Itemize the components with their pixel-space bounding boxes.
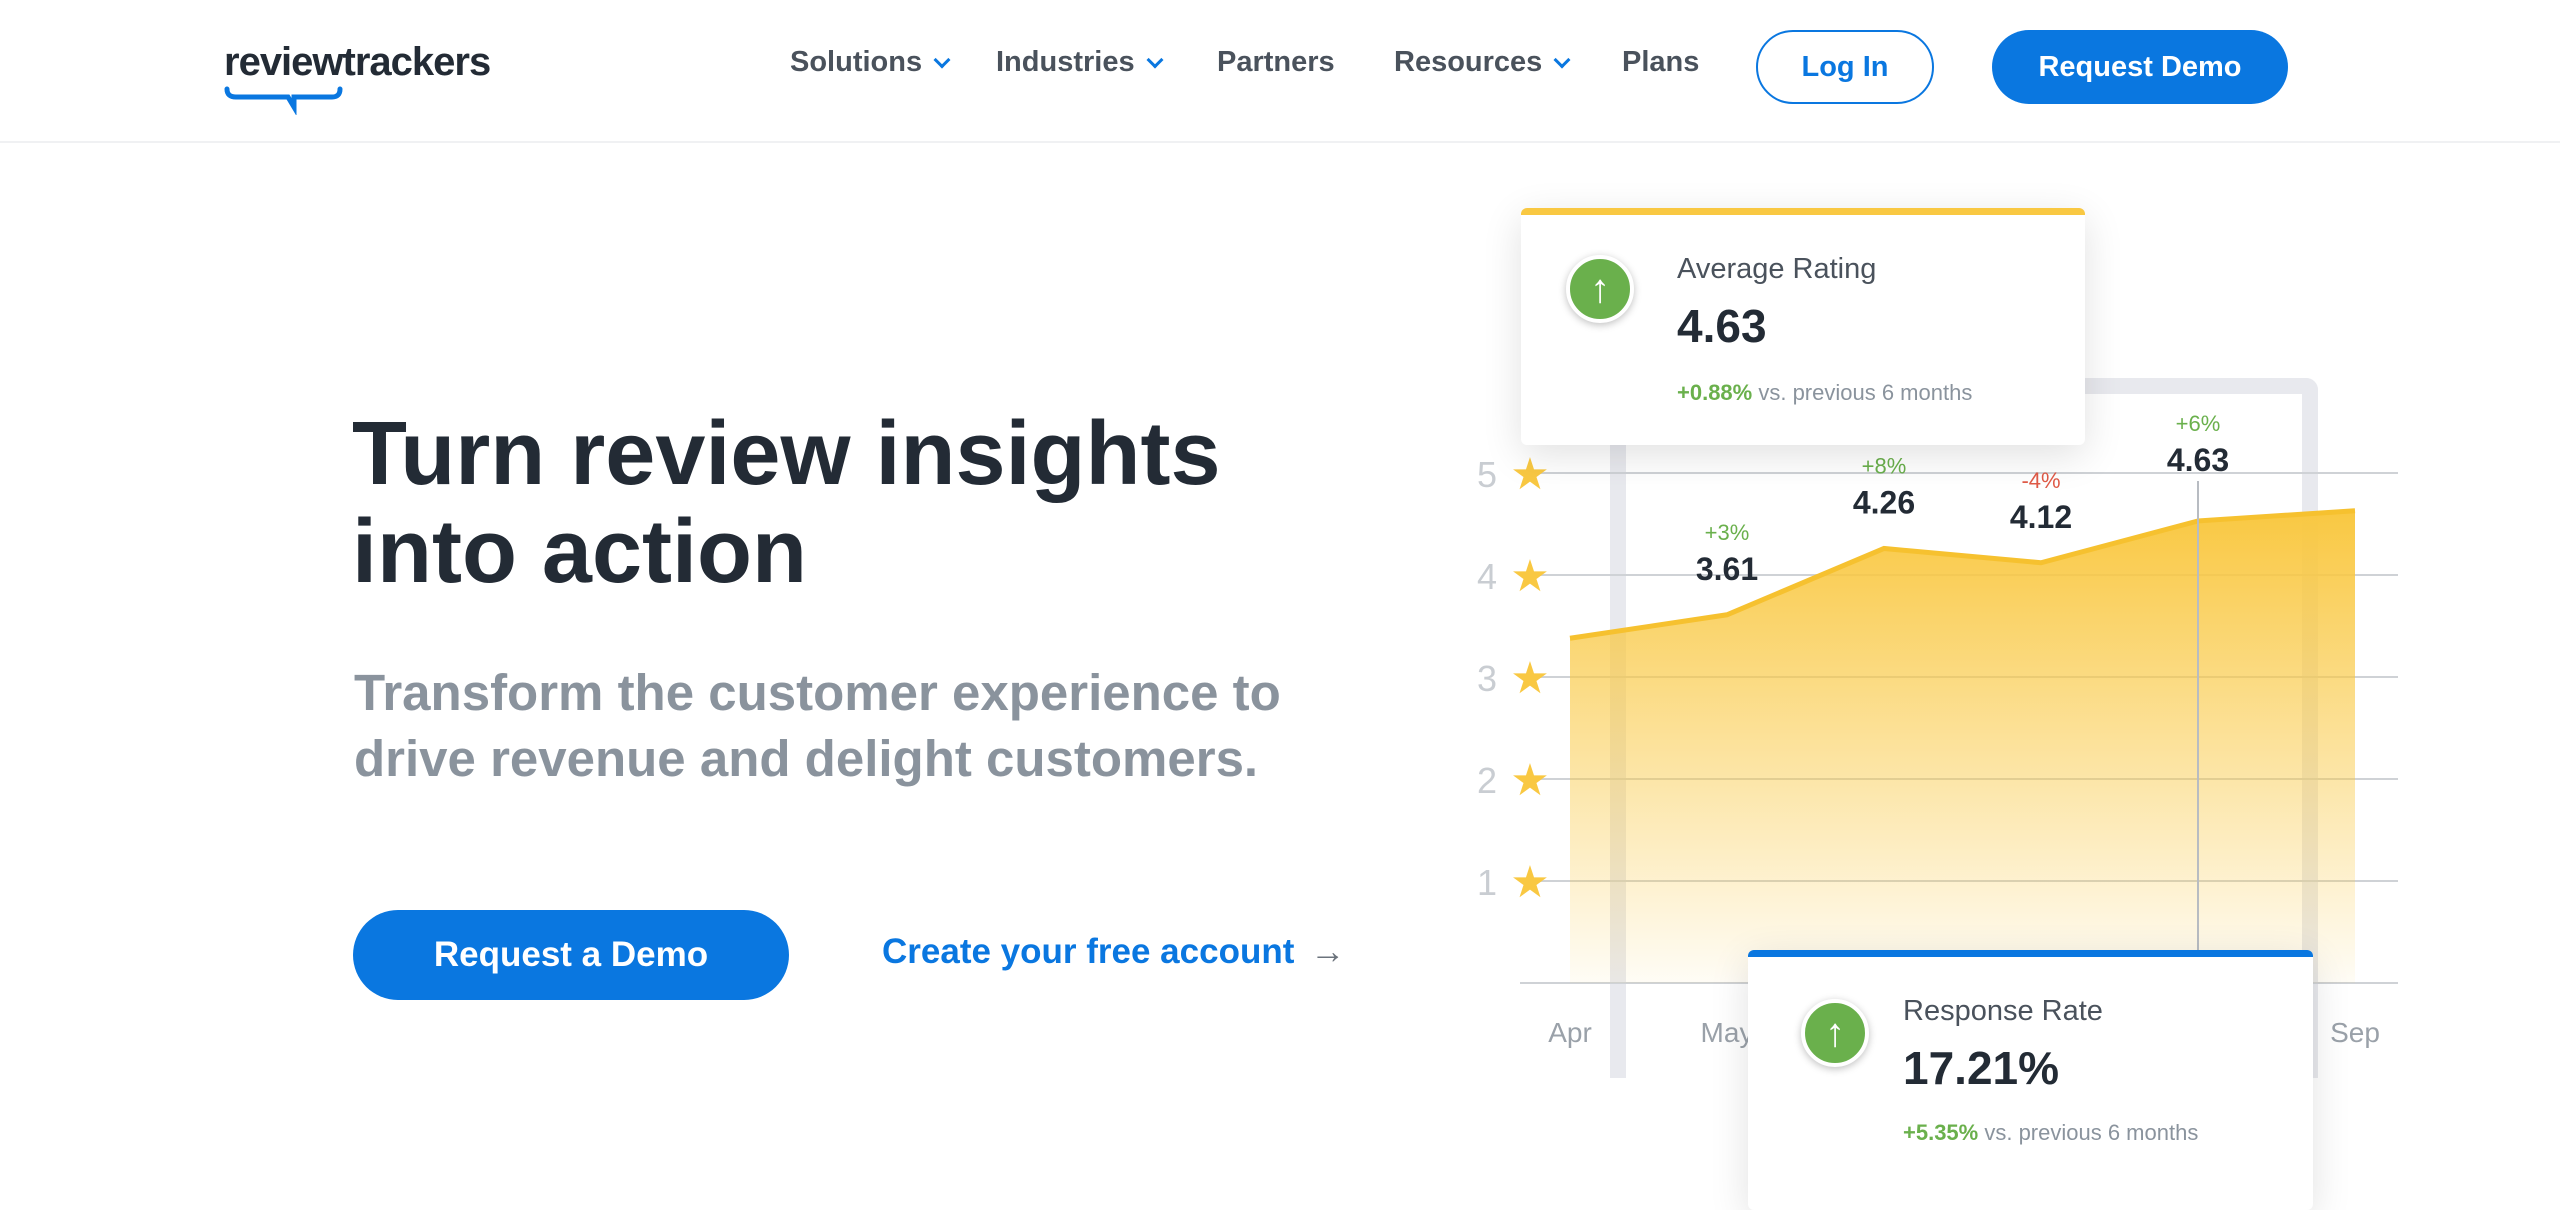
star-icon: ★ [1510,653,1549,704]
star-icon: ★ [1510,857,1549,908]
y-tick-label: 2 [1477,760,1497,801]
value-label: 4.12 [2010,499,2072,535]
value-label: 4.26 [1853,484,1915,520]
arrow-up-icon: ↑ [1566,255,1634,323]
average-rating-card: ↑ Average Rating 4.63 +0.88% vs. previou… [1521,208,2085,445]
arrow-up-icon: ↑ [1801,999,1869,1067]
rating-area [1570,510,2355,983]
value-label: 3.61 [1696,551,1758,587]
y-tick-label: 1 [1477,862,1497,903]
x-tick-label: Apr [1548,1017,1592,1048]
star-icon: ★ [1510,551,1549,602]
y-tick-label: 5 [1477,454,1497,495]
change-label: +8% [1862,453,1907,478]
x-tick-label: Sep [2330,1017,2380,1048]
change-label: -4% [2021,468,2060,493]
x-tick-label: May [1701,1017,1754,1048]
change-label: +6% [2176,411,2221,436]
star-icon: ★ [1510,449,1549,500]
y-tick-label: 3 [1477,658,1497,699]
response-rate-card: ↑ Response Rate 17.21% +5.35% vs. previo… [1748,950,2313,1210]
star-icon: ★ [1510,755,1549,806]
y-tick-label: 4 [1477,556,1497,597]
change-label: +3% [1705,520,1750,545]
value-label: 4.63 [2167,442,2229,478]
